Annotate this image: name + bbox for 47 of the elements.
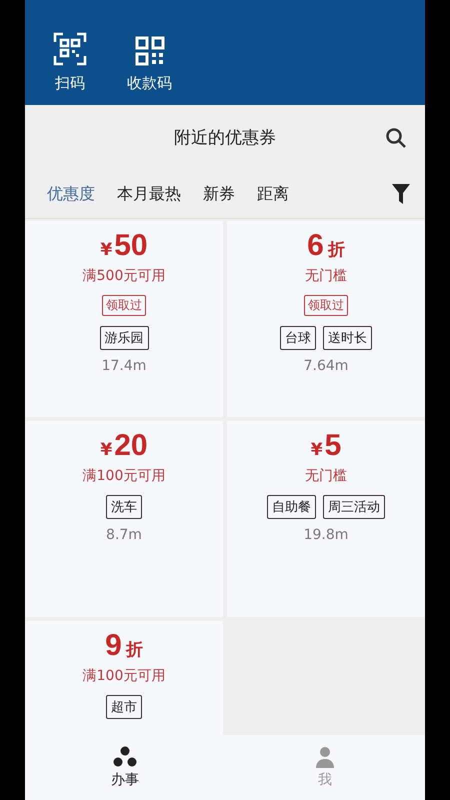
dots-icon [113,746,137,768]
coupon-amount: 6 [307,229,324,263]
claimed-badge: 领取过 [304,295,348,316]
coupon-card[interactable]: 6 折 无门槛 领取过 台球 送时长 7.64m [227,221,425,417]
coupon-card[interactable]: ¥20 满100元可用 洗车 8.7m [25,421,223,617]
scan-icon [53,32,87,66]
coupon-card[interactable]: 9 折 满100元可用 超市 [25,621,223,735]
scan-button[interactable]: 扫码 [53,32,87,93]
search-icon[interactable] [385,127,407,149]
coupon-card[interactable]: ¥50 满500元可用 领取过 游乐园 17.4m [25,221,223,417]
discount-unit: 折 [328,239,345,261]
currency-symbol: ¥ [100,240,112,260]
category-tag: 超市 [106,695,142,719]
category-tag: 周三活动 [323,495,385,519]
qr-code-button[interactable]: 收款码 [127,36,172,93]
distance-label: 19.8m [304,527,348,543]
coupon-condition: 满500元可用 [82,267,166,285]
coupon-condition: 满100元可用 [82,667,166,685]
sort-tab[interactable]: 优惠度 [47,184,95,204]
filter-icon[interactable] [391,183,411,205]
distance-label: 17.4m [102,358,146,374]
category-tag: 自助餐 [267,495,316,519]
nav-tab[interactable]: 办事 [25,735,225,800]
category-tag: 洗车 [106,495,142,519]
claimed-badge: 领取过 [102,295,146,316]
coupon-condition: 无门槛 [305,467,347,485]
coupon-amount: 20 [114,429,148,463]
sort-tab[interactable]: 新券 [203,184,235,204]
category-tag: 游乐园 [100,326,148,350]
qr-code-icon [134,36,164,66]
coupon-card[interactable]: ¥5 无门槛 自助餐 周三活动 19.8m [227,421,425,617]
distance-label: 7.64m [304,358,348,374]
distance-label: 8.7m [106,527,142,543]
category-tag: 台球 [280,326,316,350]
coupon-condition: 无门槛 [305,267,347,285]
sort-tab[interactable]: 距离 [257,184,289,204]
discount-unit: 折 [126,639,143,661]
page-title: 附近的优惠券 [174,127,276,149]
category-tag: 送时长 [323,326,372,350]
currency-symbol: ¥ [100,440,112,460]
currency-symbol: ¥ [310,440,323,460]
coupon-amount: 9 [105,629,122,663]
sort-tab[interactable]: 本月最热 [117,184,181,204]
coupon-amount: 50 [114,229,148,263]
person-icon [313,746,337,768]
coupon-amount: 5 [324,429,342,463]
coupon-condition: 满100元可用 [82,467,166,485]
